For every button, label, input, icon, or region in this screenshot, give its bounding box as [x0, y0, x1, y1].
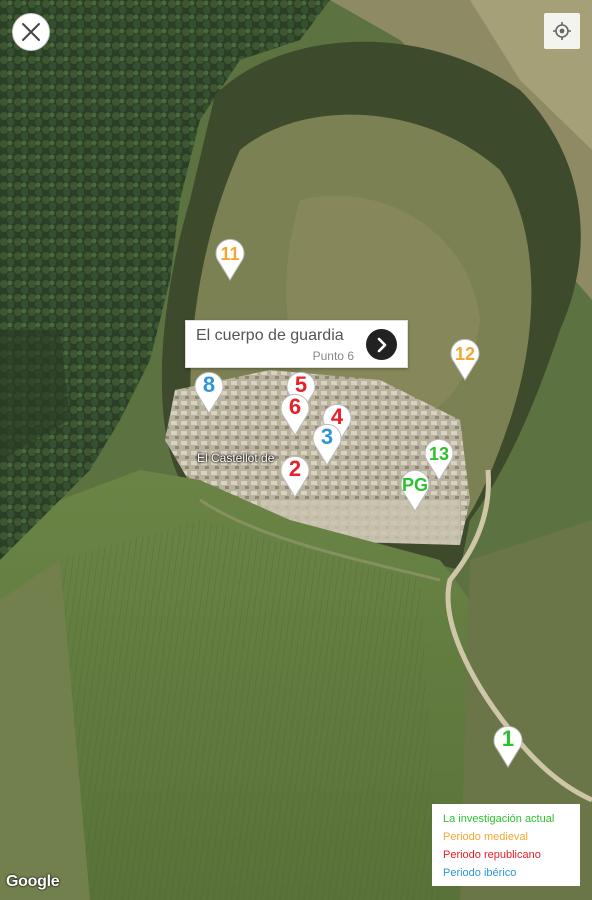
map-marker-6[interactable]: 6	[278, 390, 312, 436]
marker-label: 2	[288, 456, 302, 481]
poi-callout[interactable]: El cuerpo de guardia Punto 6	[185, 320, 408, 368]
map-marker-8[interactable]: 8	[192, 368, 226, 414]
callout-title: El cuerpo de guardia	[196, 327, 344, 344]
legend-item-iberico: Periodo ibérico	[443, 867, 517, 879]
google-attribution: Google	[6, 873, 60, 890]
period-legend: La investigación actual Periodo medieval…	[432, 804, 580, 886]
marker-label: 13	[428, 444, 450, 464]
map-marker-3[interactable]: 3	[310, 420, 344, 466]
marker-label: 11	[220, 244, 240, 264]
marker-label: 1	[501, 726, 515, 751]
legend-item-actual: La investigación actual	[443, 813, 555, 825]
marker-label: 6	[288, 394, 302, 419]
callout-subtitle: Punto 6	[312, 349, 354, 363]
map-marker-11[interactable]: 11	[213, 235, 247, 281]
marker-label: PG	[401, 475, 428, 495]
locate-button[interactable]	[544, 13, 580, 49]
map-marker-pg[interactable]: PG	[398, 466, 432, 512]
map-marker-1[interactable]: 1	[491, 722, 525, 768]
site-label: El Castellot de	[197, 451, 275, 465]
close-button[interactable]	[12, 13, 50, 51]
legend-item-medieval: Periodo medieval	[443, 831, 528, 843]
chevron-right-icon[interactable]	[366, 329, 397, 360]
marker-label: 8	[202, 372, 216, 397]
marker-label: 12	[454, 344, 476, 364]
locate-icon	[553, 22, 571, 40]
legend-item-republicano: Periodo republicano	[443, 849, 541, 861]
map-marker-2[interactable]: 2	[278, 452, 312, 498]
close-icon	[22, 23, 40, 41]
marker-label: 3	[320, 424, 334, 449]
map-marker-12[interactable]: 12	[448, 335, 482, 381]
